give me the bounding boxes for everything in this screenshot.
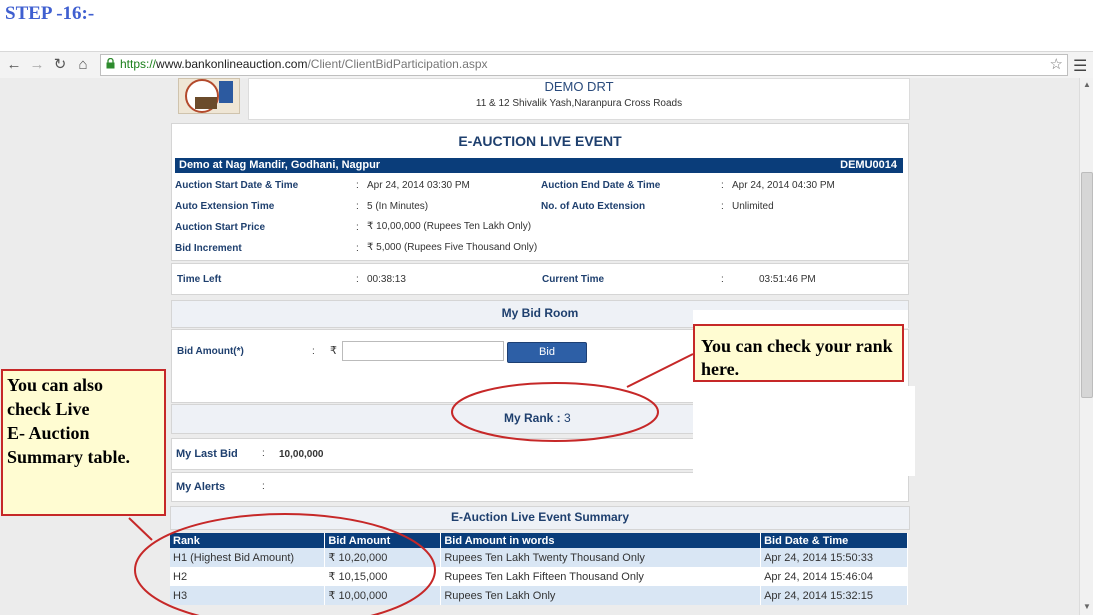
row-datetime: Apr 24, 2014 15:50:33 <box>760 548 908 567</box>
row-rank: H3 <box>170 586 326 605</box>
table-row: H3 ₹ 10,00,000 Rupees Ten Lakh Only Apr … <box>170 586 908 605</box>
col-bid-datetime: Bid Date & Time <box>760 533 908 548</box>
browser-toolbar: ← → ↻ ⌂ https://www.bankonlineauction.co… <box>0 51 1093 79</box>
my-rank-label: My Rank : <box>504 411 565 425</box>
col-bid-amount: Bid Amount <box>324 533 442 548</box>
summary-section: E-Auction Live Event Summary Rank Bid Am… <box>170 506 910 615</box>
ext-count-value: Unlimited <box>732 201 774 212</box>
summary-title: E-Auction Live Event Summary <box>450 510 630 524</box>
col-rank: Rank <box>170 533 326 548</box>
org-header: DEMO DRT 11 & 12 Shivalik Yash,Naranpura… <box>170 78 910 122</box>
ext-time-label: Auto Extension Time <box>175 201 275 212</box>
rupee-icon: ₹ <box>330 345 337 357</box>
row-amount-text: 10,00,000 <box>338 590 388 602</box>
row-datetime: Apr 24, 2014 15:32:15 <box>760 586 908 605</box>
ext-count-label: No. of Auto Extension <box>541 201 646 212</box>
time-left-value: 00:38:13 <box>367 274 406 285</box>
lock-icon <box>106 58 115 69</box>
summary-header: E-Auction Live Event Summary <box>170 506 910 530</box>
col-bid-words: Bid Amount in words <box>440 533 762 548</box>
event-details-panel: E-AUCTION LIVE EVENT Demo at Nag Mandir,… <box>171 123 909 261</box>
url-host: www.bankonlineauction.com <box>156 57 308 71</box>
table-row: H2 ₹ 10,15,000 Rupees Ten Lakh Fifteen T… <box>170 567 908 586</box>
alerts-label: My Alerts <box>176 481 226 493</box>
table-row: H1 (Highest Bid Amount) ₹ 10,20,000 Rupe… <box>170 548 908 567</box>
drt-logo <box>178 78 240 114</box>
row-rank: H2 <box>170 567 326 586</box>
scroll-up-icon[interactable]: ▲ <box>1081 80 1093 92</box>
my-rank-value: 3 <box>564 411 571 425</box>
start-price-label: Auction Start Price <box>175 222 266 233</box>
rupee-icon: ₹ <box>328 590 336 602</box>
browser-menu-icon[interactable]: ☰ <box>1073 56 1087 76</box>
ext-time-value: 5 (In Minutes) <box>367 201 429 212</box>
annotation-backdrop <box>693 386 915 476</box>
rupee-icon: ₹ <box>367 221 374 232</box>
time-left-label: Time Left <box>177 274 222 285</box>
row-amount: ₹ 10,00,000 <box>324 586 442 605</box>
increment-value: ₹ 5,000 (Rupees Five Thousand Only) <box>367 242 537 253</box>
rupee-icon: ₹ <box>328 552 336 564</box>
event-code: DEMU0014 <box>840 159 897 171</box>
summary-callout: You can also check Live E- Auction Summa… <box>1 369 166 516</box>
summary-table: Rank Bid Amount Bid Amount in words Bid … <box>170 533 908 605</box>
start-value: Apr 24, 2014 03:30 PM <box>367 180 470 191</box>
row-amount-text: 10,15,000 <box>338 571 388 583</box>
current-time-label: Current Time <box>542 274 605 285</box>
org-info: DEMO DRT 11 & 12 Shivalik Yash,Naranpura… <box>248 78 910 120</box>
rupee-icon: ₹ <box>367 242 374 253</box>
summary-callout-line: You can also <box>7 375 104 395</box>
bid-amount-input[interactable] <box>342 341 504 361</box>
row-amount-text: 10,20,000 <box>338 552 388 564</box>
end-value: Apr 24, 2014 04:30 PM <box>732 180 835 191</box>
row-words: Rupees Ten Lakh Only <box>440 586 762 605</box>
back-arrow-icon[interactable]: ← <box>5 56 23 74</box>
scroll-down-icon[interactable]: ▼ <box>1081 602 1093 614</box>
page-scrollbar[interactable]: ▲ ▼ <box>1079 78 1093 615</box>
rank-callout: You can check your rank here. <box>693 324 904 382</box>
event-location-bar: Demo at Nag Mandir, Godhani, Nagpur DEMU… <box>175 158 903 173</box>
rupee-icon: ₹ <box>328 571 336 583</box>
bookmark-star-icon[interactable]: ☆ <box>1050 55 1063 73</box>
increment-text: 5,000 (Rupees Five Thousand Only) <box>376 242 538 253</box>
forward-arrow-icon[interactable]: → <box>28 56 46 74</box>
alerts-panel: My Alerts : <box>171 472 909 502</box>
summary-callout-line: check Live <box>7 399 90 419</box>
row-words: Rupees Ten Lakh Twenty Thousand Only <box>440 548 762 567</box>
url-path: /Client/ClientBidParticipation.aspx <box>307 57 488 71</box>
summary-header-row: Rank Bid Amount Bid Amount in words Bid … <box>170 533 908 548</box>
row-rank: H1 (Highest Bid Amount) <box>170 548 326 567</box>
row-datetime: Apr 24, 2014 15:46:04 <box>760 567 908 586</box>
start-price-text: 10,00,000 (Rupees Ten Lakh Only) <box>376 221 532 232</box>
end-label: Auction End Date & Time <box>541 180 661 191</box>
rank-callout-text: You can check your rank here. <box>701 336 893 379</box>
increment-label: Bid Increment <box>175 243 242 254</box>
event-location: Demo at Nag Mandir, Godhani, Nagpur <box>179 159 381 171</box>
last-bid-label: My Last Bid <box>176 448 238 460</box>
org-name: DEMO DRT <box>544 79 614 94</box>
address-bar[interactable]: https://www.bankonlineauction.com/Client… <box>100 54 1068 76</box>
row-words: Rupees Ten Lakh Fifteen Thousand Only <box>440 567 762 586</box>
url-scheme: https:// <box>120 57 157 71</box>
home-icon[interactable]: ⌂ <box>74 56 92 74</box>
org-address: 11 & 12 Shivalik Yash,Naranpura Cross Ro… <box>475 98 683 109</box>
event-title: E-AUCTION LIVE EVENT <box>458 133 622 149</box>
summary-callout-line: E- Auction <box>7 423 90 443</box>
current-time-value: 03:51:46 PM <box>759 274 816 285</box>
start-label: Auction Start Date & Time <box>175 180 299 191</box>
my-rank: My Rank : 3 <box>504 411 571 425</box>
row-amount: ₹ 10,20,000 <box>324 548 442 567</box>
bid-button[interactable]: Bid <box>507 342 587 363</box>
reload-icon[interactable]: ↻ <box>51 56 69 74</box>
start-price-value: ₹ 10,00,000 (Rupees Ten Lakh Only) <box>367 221 531 232</box>
page-viewport: DEMO DRT 11 & 12 Shivalik Yash,Naranpura… <box>0 78 1079 615</box>
bid-amount-label: Bid Amount(*) <box>177 346 244 357</box>
summary-callout-line: Summary table. <box>7 447 130 467</box>
last-bid-value: 10,00,000 <box>279 449 324 460</box>
step-heading: STEP -16:- <box>5 3 95 24</box>
scroll-thumb[interactable] <box>1081 172 1093 398</box>
row-amount: ₹ 10,15,000 <box>324 567 442 586</box>
time-panel: Time Left : 00:38:13 Current Time : 03:5… <box>171 263 909 295</box>
url-text: https://www.bankonlineauction.com/Client… <box>120 57 488 71</box>
